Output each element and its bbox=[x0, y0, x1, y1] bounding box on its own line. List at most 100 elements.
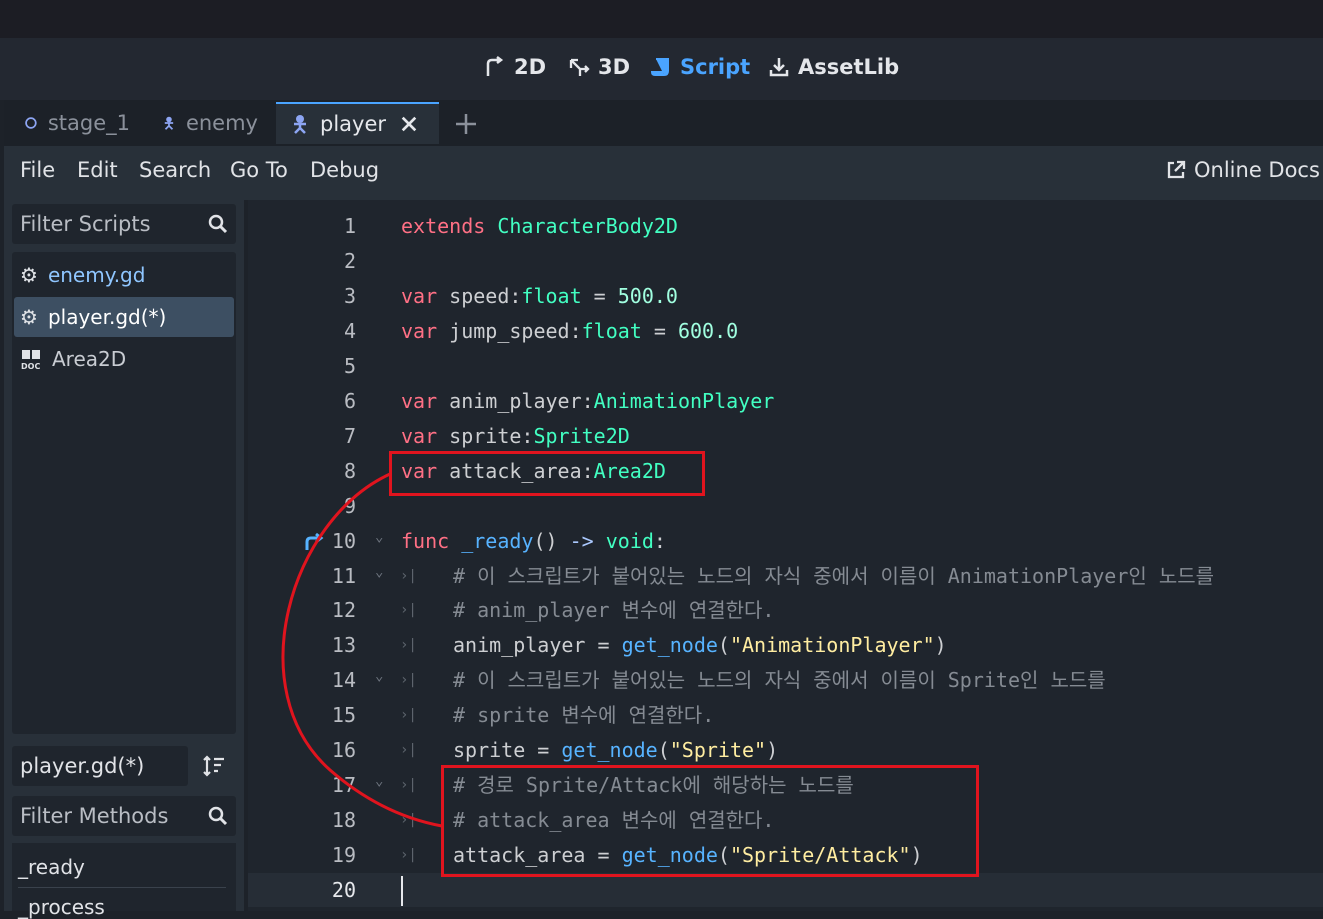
gear-icon: ⚙ bbox=[20, 263, 38, 287]
mode-3d-label: 3D bbox=[598, 55, 631, 79]
download-icon bbox=[769, 58, 789, 77]
code-line[interactable]: 7 var sprite:Sprite2D bbox=[248, 419, 1323, 454]
script-item-area2d[interactable]: DOC Area2D bbox=[14, 339, 234, 379]
code-text: # 이 스크립트가 붙어있는 노드의 자식 중에서 이름이 AnimationP… bbox=[453, 559, 1214, 594]
code-token: AnimationPlayer bbox=[593, 388, 775, 413]
sort-icon[interactable] bbox=[202, 754, 226, 778]
line-number: 3 bbox=[343, 283, 356, 308]
code-token: anim_player: bbox=[437, 388, 594, 413]
menu-search[interactable]: Search bbox=[139, 158, 211, 182]
code-text: # 이 스크립트가 붙어있는 노드의 자식 중에서 이름이 Sprite인 노드… bbox=[453, 663, 1106, 698]
add-tab-icon[interactable] bbox=[454, 112, 478, 136]
code-token: jump_speed: bbox=[437, 318, 582, 343]
line-number: 6 bbox=[343, 388, 356, 413]
online-docs-label: Online Docs bbox=[1194, 158, 1320, 182]
code-token: = bbox=[641, 318, 678, 343]
tab-player[interactable]: player bbox=[276, 102, 439, 144]
doc-icon: DOC bbox=[21, 350, 40, 370]
circle-node-icon bbox=[25, 117, 37, 129]
menu-file[interactable]: File bbox=[20, 158, 55, 182]
current-script-label: player.gd(*) bbox=[20, 754, 145, 778]
code-token: = bbox=[581, 283, 618, 308]
line-number: 2 bbox=[343, 248, 356, 273]
menu-edit[interactable]: Edit bbox=[77, 158, 118, 182]
current-script-field[interactable]: player.gd(*) bbox=[12, 746, 188, 786]
code-token: ( bbox=[657, 738, 670, 763]
filter-methods-placeholder: Filter Methods bbox=[20, 804, 169, 828]
2d-icon bbox=[486, 56, 504, 76]
code-text: var speed:float = 500.0 bbox=[401, 279, 678, 314]
filter-methods-input[interactable]: Filter Methods bbox=[12, 796, 236, 836]
script-item-enemy[interactable]: ⚙ enemy.gd bbox=[14, 255, 234, 295]
code-token: var bbox=[401, 318, 438, 343]
script-item-player[interactable]: ⚙ player.gd(*) bbox=[14, 297, 234, 337]
code-line[interactable]: 4 var jump_speed:float = 600.0 bbox=[248, 314, 1323, 349]
code-token: "AnimationPlayer" bbox=[729, 633, 935, 658]
code-text: # sprite 변수에 연결한다. bbox=[453, 698, 714, 733]
mode-assetlib-label: AssetLib bbox=[798, 55, 900, 79]
code-token: # sprite 변수에 연결한다. bbox=[453, 703, 715, 728]
external-link-icon bbox=[1167, 160, 1186, 179]
tab-enemy[interactable]: enemy bbox=[148, 102, 272, 144]
line-number: 7 bbox=[343, 423, 356, 448]
mode-assetlib-button[interactable]: AssetLib bbox=[768, 52, 899, 82]
online-docs-button[interactable]: Online Docs bbox=[1166, 158, 1320, 182]
code-text: anim_player = get_node("AnimationPlayer"… bbox=[453, 628, 947, 663]
code-token: get_node bbox=[621, 633, 718, 658]
code-text: var sprite:Sprite2D bbox=[401, 419, 630, 454]
mode-script-button[interactable]: Script bbox=[650, 52, 750, 82]
code-text: sprite = get_node("Sprite") bbox=[453, 733, 778, 768]
code-line[interactable]: 20 bbox=[248, 873, 1323, 908]
code-line[interactable]: 6 var anim_player:AnimationPlayer bbox=[248, 384, 1323, 419]
tab-enemy-label: enemy bbox=[185, 111, 258, 135]
mode-2d-button[interactable]: 2D bbox=[484, 52, 546, 82]
tab-stage-1-label: stage_1 bbox=[47, 111, 130, 135]
tab-stage-1[interactable]: stage_1 bbox=[10, 102, 144, 144]
code-line[interactable]: 3 var speed:float = 500.0 bbox=[248, 279, 1323, 314]
menu-debug[interactable]: Debug bbox=[310, 158, 379, 182]
code-token: speed: bbox=[437, 283, 522, 308]
code-token: : bbox=[653, 528, 666, 553]
method-item[interactable]: _process bbox=[18, 895, 105, 919]
code-token: # anim_player 변수에 연결한다. bbox=[453, 598, 775, 623]
close-icon[interactable] bbox=[400, 115, 418, 133]
mode-3d-button[interactable]: 3D bbox=[568, 52, 630, 82]
code-token: "Sprite" bbox=[669, 738, 767, 763]
line-number: 4 bbox=[343, 318, 356, 343]
code-token: var bbox=[401, 423, 438, 448]
code-line[interactable]: 2 bbox=[248, 244, 1323, 279]
filter-scripts-input[interactable]: Filter Scripts bbox=[12, 204, 236, 244]
code-token: var bbox=[401, 388, 438, 413]
method-item[interactable]: _ready bbox=[18, 855, 85, 879]
svg-text:DOC: DOC bbox=[21, 362, 40, 370]
code-token: anim_player = bbox=[453, 633, 622, 658]
tab-indent-icon: ›| bbox=[400, 847, 417, 864]
annotation-box-assignment bbox=[441, 765, 979, 877]
filter-scripts-placeholder: Filter Scripts bbox=[20, 212, 151, 236]
code-token: ) bbox=[766, 738, 779, 763]
code-line[interactable]: 5 bbox=[248, 349, 1323, 384]
code-token: 600.0 bbox=[677, 318, 739, 343]
code-token: ( bbox=[717, 633, 730, 658]
code-token: sprite: bbox=[437, 423, 534, 448]
code-token: () bbox=[533, 528, 570, 553]
code-token: var bbox=[401, 283, 438, 308]
menu-goto[interactable]: Go To bbox=[230, 158, 288, 182]
code-text: var jump_speed:float = 600.0 bbox=[401, 314, 738, 349]
script-item-label: Area2D bbox=[52, 347, 127, 371]
code-text: var anim_player:AnimationPlayer bbox=[401, 384, 774, 419]
tab-player-label: player bbox=[320, 112, 387, 136]
code-token: 500.0 bbox=[617, 283, 678, 308]
code-token: ) bbox=[934, 633, 947, 658]
code-token: -> bbox=[569, 528, 594, 553]
title-bar bbox=[0, 0, 1323, 38]
code-token: CharacterBody2D bbox=[497, 214, 678, 238]
script-item-label: enemy.gd bbox=[47, 263, 146, 287]
code-token: extends bbox=[401, 214, 486, 238]
line-number: 5 bbox=[343, 353, 356, 378]
code-line[interactable]: 1 extends CharacterBody2D bbox=[248, 209, 1323, 244]
line-number: 19 bbox=[331, 843, 356, 868]
script-item-label: player.gd(*) bbox=[47, 305, 167, 329]
